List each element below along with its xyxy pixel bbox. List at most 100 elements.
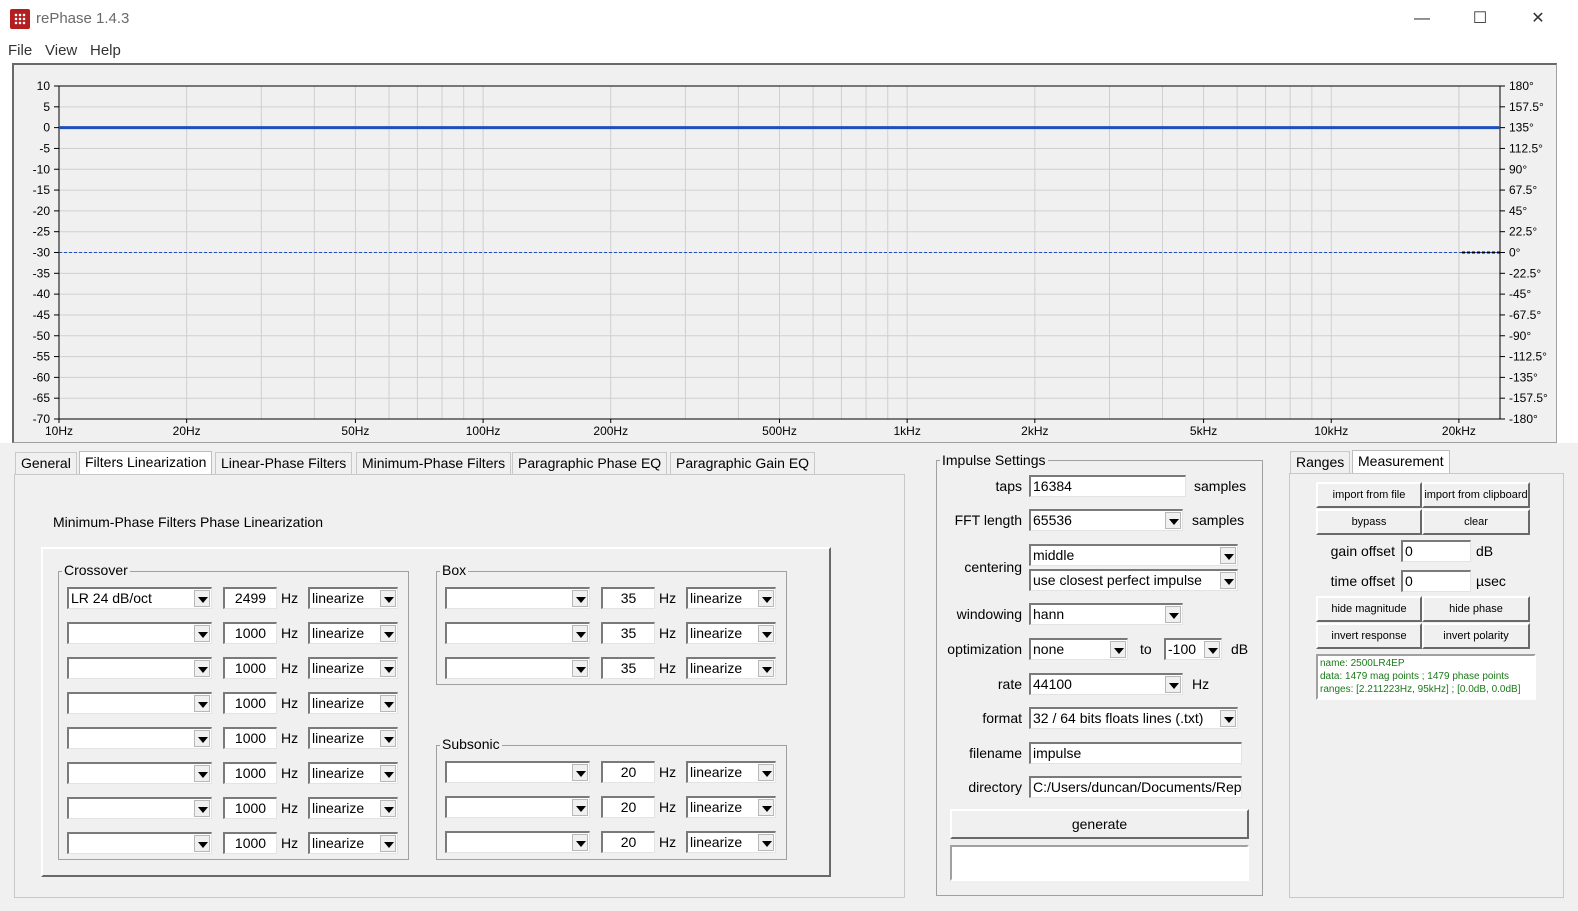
taps-unit: samples [1194, 478, 1247, 494]
bypass-button[interactable]: bypass [1316, 509, 1422, 535]
dropdown-arrow-icon [572, 590, 588, 607]
gain-offset-input[interactable]: 0 [1401, 540, 1471, 562]
tab-paragraphic-phase-eq[interactable]: Paragraphic Phase EQ [512, 452, 668, 474]
dropdown-arrow-icon [572, 660, 588, 677]
crossover-type-select[interactable] [67, 727, 212, 749]
box-type-select[interactable] [445, 587, 590, 609]
box-mode-select[interactable]: linearize [686, 587, 776, 609]
directory-input[interactable]: C:/Users/duncan/Documents/Rep [1029, 776, 1242, 798]
crossover-frequency-input[interactable]: 1000 [223, 762, 277, 784]
menu-help[interactable]: Help [90, 42, 121, 59]
subsonic-frequency-input[interactable]: 20 [601, 796, 655, 818]
subsonic-frequency-input[interactable]: 20 [601, 831, 655, 853]
subsonic-mode-select[interactable]: linearize [686, 761, 776, 783]
tab-linear-phase-filters[interactable]: Linear-Phase Filters [215, 452, 353, 474]
fft-length-select[interactable]: 65536 [1029, 509, 1183, 531]
subsonic-type-select[interactable] [445, 761, 590, 783]
invert-response-button[interactable]: invert response [1316, 623, 1422, 649]
crossover-mode-select[interactable]: linearize [308, 622, 398, 644]
box-frequency-input[interactable]: 35 [601, 657, 655, 679]
crossover-frequency-input[interactable]: 1000 [223, 622, 277, 644]
crossover-type-select[interactable] [67, 832, 212, 854]
centering-select[interactable]: middle [1029, 544, 1238, 566]
close-button[interactable]: ✕ [1514, 4, 1562, 34]
taps-input[interactable]: 16384 [1029, 475, 1186, 497]
frequency-tick-label: 5kHz [1190, 424, 1217, 438]
crossover-mode-select[interactable]: linearize [308, 587, 398, 609]
crossover-frequency-input[interactable]: 1000 [223, 657, 277, 679]
minimize-button[interactable]: — [1398, 4, 1446, 34]
tab-measurement[interactable]: Measurement [1352, 450, 1450, 473]
magnitude-tick-label: -5 [39, 141, 50, 155]
subsonic-mode-value: linearize [690, 764, 743, 780]
filename-input[interactable]: impulse [1029, 742, 1242, 764]
subsonic-type-select[interactable] [445, 796, 590, 818]
centering-mode-select[interactable]: use closest perfect impulse [1029, 569, 1238, 591]
optimization-db-select[interactable]: -100 [1164, 638, 1222, 660]
dropdown-arrow-icon [380, 800, 396, 817]
crossover-type-select[interactable]: LR 24 dB/oct [67, 587, 212, 609]
hide-magnitude-button[interactable]: hide magnitude [1316, 596, 1422, 622]
crossover-type-select[interactable] [67, 762, 212, 784]
tab-general[interactable]: General [15, 452, 77, 474]
crossover-mode-select[interactable]: linearize [308, 832, 398, 854]
subsonic-mode-value: linearize [690, 834, 743, 850]
box-mode-select[interactable]: linearize [686, 657, 776, 679]
frequency-tick-label: 2kHz [1021, 424, 1048, 438]
import-from-clipboard-button[interactable]: import from clipboard [1422, 482, 1530, 508]
invert-polarity-button[interactable]: invert polarity [1422, 623, 1530, 649]
import-from-file-button[interactable]: import from file [1316, 482, 1422, 508]
crossover-type-select[interactable] [67, 797, 212, 819]
tab-filters-linearization[interactable]: Filters Linearization [79, 451, 213, 475]
rate-select[interactable]: 44100 [1029, 673, 1183, 695]
format-select[interactable]: 32 / 64 bits floats lines (.txt) [1029, 707, 1238, 729]
subsonic-mode-select[interactable]: linearize [686, 796, 776, 818]
subsonic-mode-select[interactable]: linearize [686, 831, 776, 853]
phase-tick-label: 157.5° [1509, 100, 1544, 114]
box-type-select[interactable] [445, 622, 590, 644]
windowing-select[interactable]: hann [1029, 603, 1183, 625]
filename-label: filename [969, 745, 1022, 761]
crossover-mode-select[interactable]: linearize [308, 797, 398, 819]
tab-ranges[interactable]: Ranges [1290, 451, 1351, 473]
menu-file[interactable]: File [8, 42, 32, 59]
fft-length-label: FFT length [954, 512, 1022, 528]
tab-paragraphic-gain-eq[interactable]: Paragraphic Gain EQ [670, 452, 816, 474]
subsonic-type-select[interactable] [445, 831, 590, 853]
crossover-frequency-input[interactable]: 1000 [223, 832, 277, 854]
box-type-select[interactable] [445, 657, 590, 679]
crossover-frequency-input[interactable]: 1000 [223, 727, 277, 749]
crossover-mode-select[interactable]: linearize [308, 727, 398, 749]
box-mode-select[interactable]: linearize [686, 622, 776, 644]
hide-phase-button[interactable]: hide phase [1422, 596, 1530, 622]
crossover-mode-select[interactable]: linearize [308, 657, 398, 679]
dropdown-arrow-icon [380, 660, 396, 677]
box-frequency-input[interactable]: 35 [601, 622, 655, 644]
gain-offset-label: gain offset [1330, 543, 1395, 559]
response-plot[interactable]: 10 5 0 -5 -10 -15 -20 -25 -30 -35 -40 -45 -50 -55 -60 -… [14, 65, 1555, 441]
tab-minimum-phase-filters[interactable]: Minimum-Phase Filters [356, 452, 512, 474]
crossover-type-select[interactable] [67, 692, 212, 714]
box-frequency-unit: Hz [659, 625, 677, 641]
optimization-db-value: -100 [1168, 641, 1197, 657]
gain-offset-unit: dB [1476, 543, 1494, 559]
clear-button[interactable]: clear [1422, 509, 1530, 535]
magnitude-tick-label: 10 [37, 79, 51, 93]
crossover-type-select[interactable] [67, 657, 212, 679]
crossover-frequency-input[interactable]: 2499 [223, 587, 277, 609]
generate-button[interactable]: generate [950, 809, 1249, 839]
optimization-select[interactable]: none [1029, 638, 1128, 660]
crossover-type-select[interactable] [67, 622, 212, 644]
phase-tick-label: -180° [1509, 412, 1538, 426]
response-plot-panel: 10 5 0 -5 -10 -15 -20 -25 -30 -35 -40 -45 -50 -55 -60 -… [12, 63, 1557, 443]
time-offset-input[interactable]: 0 [1401, 570, 1471, 592]
box-frequency-input[interactable]: 35 [601, 587, 655, 609]
crossover-mode-select[interactable]: linearize [308, 762, 398, 784]
crossover-type-value: LR 24 dB/oct [71, 590, 152, 606]
maximize-button[interactable]: ☐ [1456, 4, 1504, 34]
subsonic-frequency-input[interactable]: 20 [601, 761, 655, 783]
crossover-mode-select[interactable]: linearize [308, 692, 398, 714]
menu-view[interactable]: View [45, 42, 77, 59]
crossover-frequency-input[interactable]: 1000 [223, 692, 277, 714]
crossover-frequency-input[interactable]: 1000 [223, 797, 277, 819]
